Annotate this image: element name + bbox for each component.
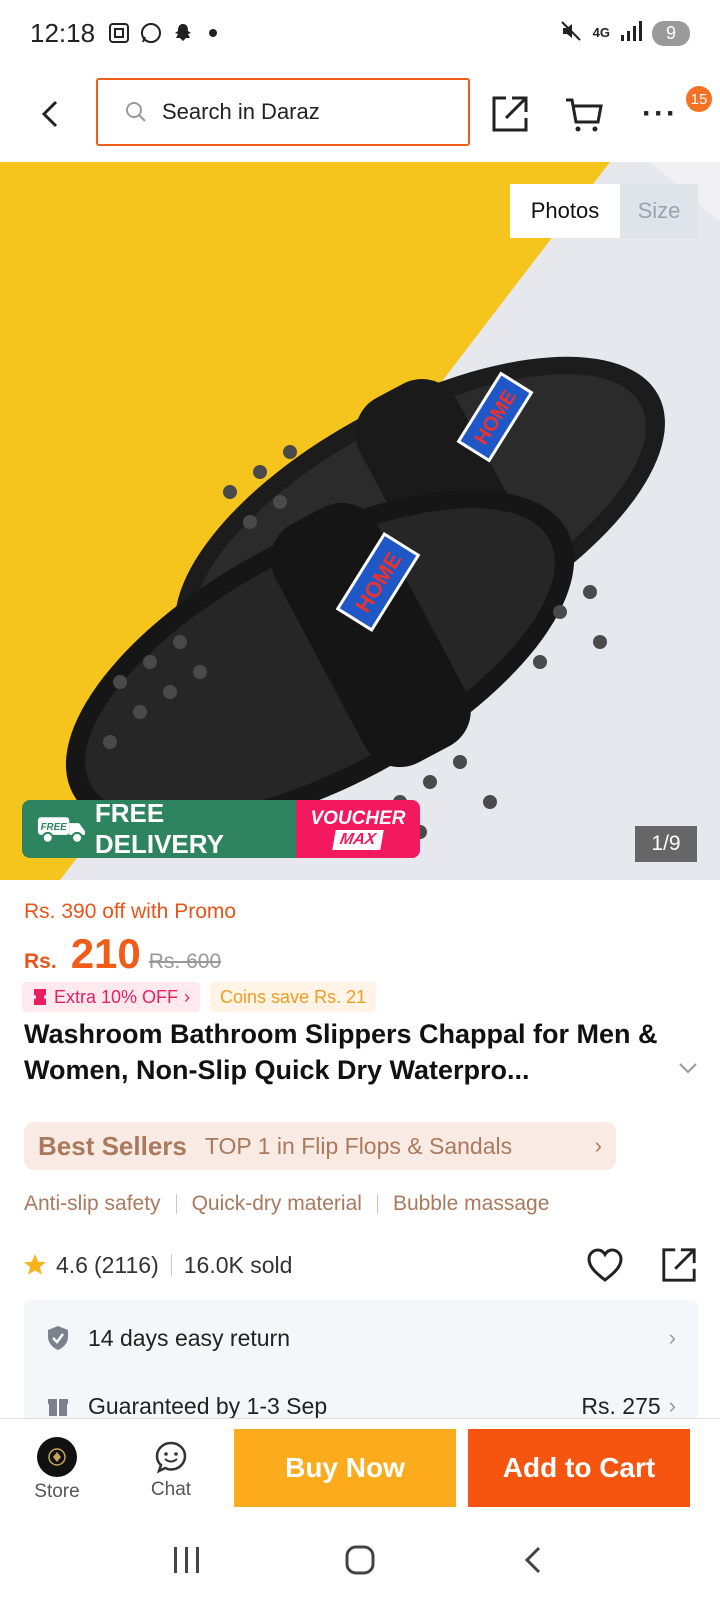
chevron-down-icon[interactable] [676,1056,700,1080]
back-arrow-icon [525,1546,541,1574]
feature-tags: Anti-slip safety Quick-dry material Bubb… [24,1192,549,1216]
search-placeholder: Search in Daraz [162,99,320,124]
feature-tag: Quick-dry material [191,1192,362,1215]
tab-size[interactable]: Size [620,184,698,238]
voucher-max-badge: VOUCHER MAX [296,800,420,858]
chat-icon [155,1441,187,1473]
heart-icon[interactable] [586,1247,624,1283]
rating-divider [170,1254,172,1276]
chat-button[interactable]: Chat [114,1439,228,1501]
product-gallery[interactable]: HOME HOME Photos Size FREE FREE DELIVERY… [0,162,720,880]
feature-tag: Bubble massage [392,1192,550,1215]
free-delivery-badge: FREE FREE DELIVERY [22,800,296,858]
product-actions [586,1246,698,1284]
chevron-right-icon: › [594,1133,602,1158]
easy-return-row[interactable]: 14 days easy return › [24,1308,698,1368]
search-icon [126,102,146,122]
discount-tags: Extra 10% OFF › Coins save Rs. 21 [22,982,377,1012]
gift-box-icon [48,1399,68,1416]
price-currency: Rs. [24,950,57,973]
network-label: 4G [592,25,610,40]
easy-return-chevron: › [669,1325,676,1351]
best-sellers-banner[interactable]: Best Sellers TOP 1 in Flip Flops & Sanda… [24,1122,616,1170]
chevron-right-icon: › [668,1393,676,1418]
feature-divider [376,1194,378,1214]
free-delivery-label: FREE DELIVERY [94,800,224,858]
coins-tag: Coins save Rs. 21 [210,982,377,1012]
status-time: 12:18 [30,17,96,48]
delivery-price-wrap: Rs. 275 › [581,1393,676,1420]
add-to-cart-button[interactable]: Add to Cart [468,1429,690,1507]
recent-apps-icon [173,1547,199,1573]
price-original: Rs. 600 [148,950,222,973]
feature-divider [175,1194,177,1214]
shield-check-icon [48,1326,68,1350]
search-header: Search in Daraz ··· [0,66,720,162]
back-button[interactable] [30,94,70,134]
store-label: Store [34,1480,80,1502]
system-back-button[interactable] [503,1530,563,1590]
snapchat-icon [171,21,195,45]
extra-off-label: Extra 10% OFF [54,986,179,1007]
sold-count: 16.0K sold [183,1251,293,1278]
easy-return-text: 14 days easy return [88,1324,291,1351]
cart-icon [566,98,603,132]
best-sellers-label: Best Sellers [38,1130,187,1161]
signal-icon [620,20,642,46]
store-logo-icon [37,1436,77,1477]
status-system-icons: 4G 9 [559,19,690,48]
share-button[interactable] [488,92,532,136]
more-dots-icon: ··· [642,97,678,130]
feature-tag: Anti-slip safety [24,1192,161,1215]
services-panel: 14 days easy return › Guaranteed by 1-3 … [24,1300,698,1420]
delivery-truck-icon: FREE [37,817,85,844]
free-small-label: FREE [41,822,68,833]
voucher-ticket-icon [34,989,46,1005]
best-sellers-rank: TOP 1 in Flip Flops & Sandals [204,1132,513,1159]
share-icon[interactable] [660,1246,698,1284]
share-icon [492,96,528,132]
product-title: Washroom Bathroom Slippers Chappal for M… [24,1019,658,1085]
home-button[interactable] [330,1530,390,1590]
price-row: Rs. 210 Rs. 600 [24,930,221,978]
recent-apps-button[interactable] [157,1530,217,1590]
rating-count[interactable]: (2116) [94,1252,159,1279]
more-badge: 15 [686,86,712,112]
whatsapp-icon [139,21,163,45]
promo-banner: FREE FREE DELIVERY VOUCHER MAX [22,800,420,858]
cart-button[interactable] [562,92,606,136]
chat-label: Chat [150,1478,192,1500]
bottom-action-bar: Store Chat Buy Now Add to Cart [0,1418,720,1520]
voucher-label: VOUCHER [310,807,406,829]
battery-indicator: 9 [651,20,690,46]
buy-now-button[interactable]: Buy Now [234,1429,456,1507]
extra-off-tag[interactable]: Extra 10% OFF › [22,982,201,1012]
promo-discount-text[interactable]: Rs. 390 off with Promo [24,900,236,924]
product-image: HOME HOME [0,162,720,880]
chevron-right-icon: › [668,1325,676,1350]
tab-photos[interactable]: Photos [510,184,620,238]
chevron-left-icon [41,100,58,128]
notification-dot-icon [209,29,218,37]
android-nav-bar [0,1520,720,1600]
media-tabs: Photos Size [510,184,698,238]
rating-row: 4.6 (2116) 16.0K sold [22,1246,698,1284]
chevron-right-icon: › [184,986,191,1007]
more-button[interactable]: ··· [638,92,682,136]
screenshot-icon [107,21,131,45]
voucher-max-label: MAX [332,829,384,850]
image-counter: 1/9 [635,826,697,862]
status-notification-icons [107,21,218,45]
rating-score[interactable]: 4.6 [56,1252,88,1279]
star-icon [24,1254,46,1275]
price-current: 210 [70,930,141,977]
home-icon [345,1545,375,1575]
store-button[interactable]: Store [0,1436,114,1503]
status-bar: 12:18 4G 9 [0,0,720,66]
delivery-price: Rs. 275 [581,1392,661,1419]
delivery-text: Guaranteed by 1-3 Sep [88,1392,328,1419]
search-input[interactable]: Search in Daraz [96,78,470,146]
mute-icon [559,19,583,48]
battery-level: 9 [665,22,676,43]
